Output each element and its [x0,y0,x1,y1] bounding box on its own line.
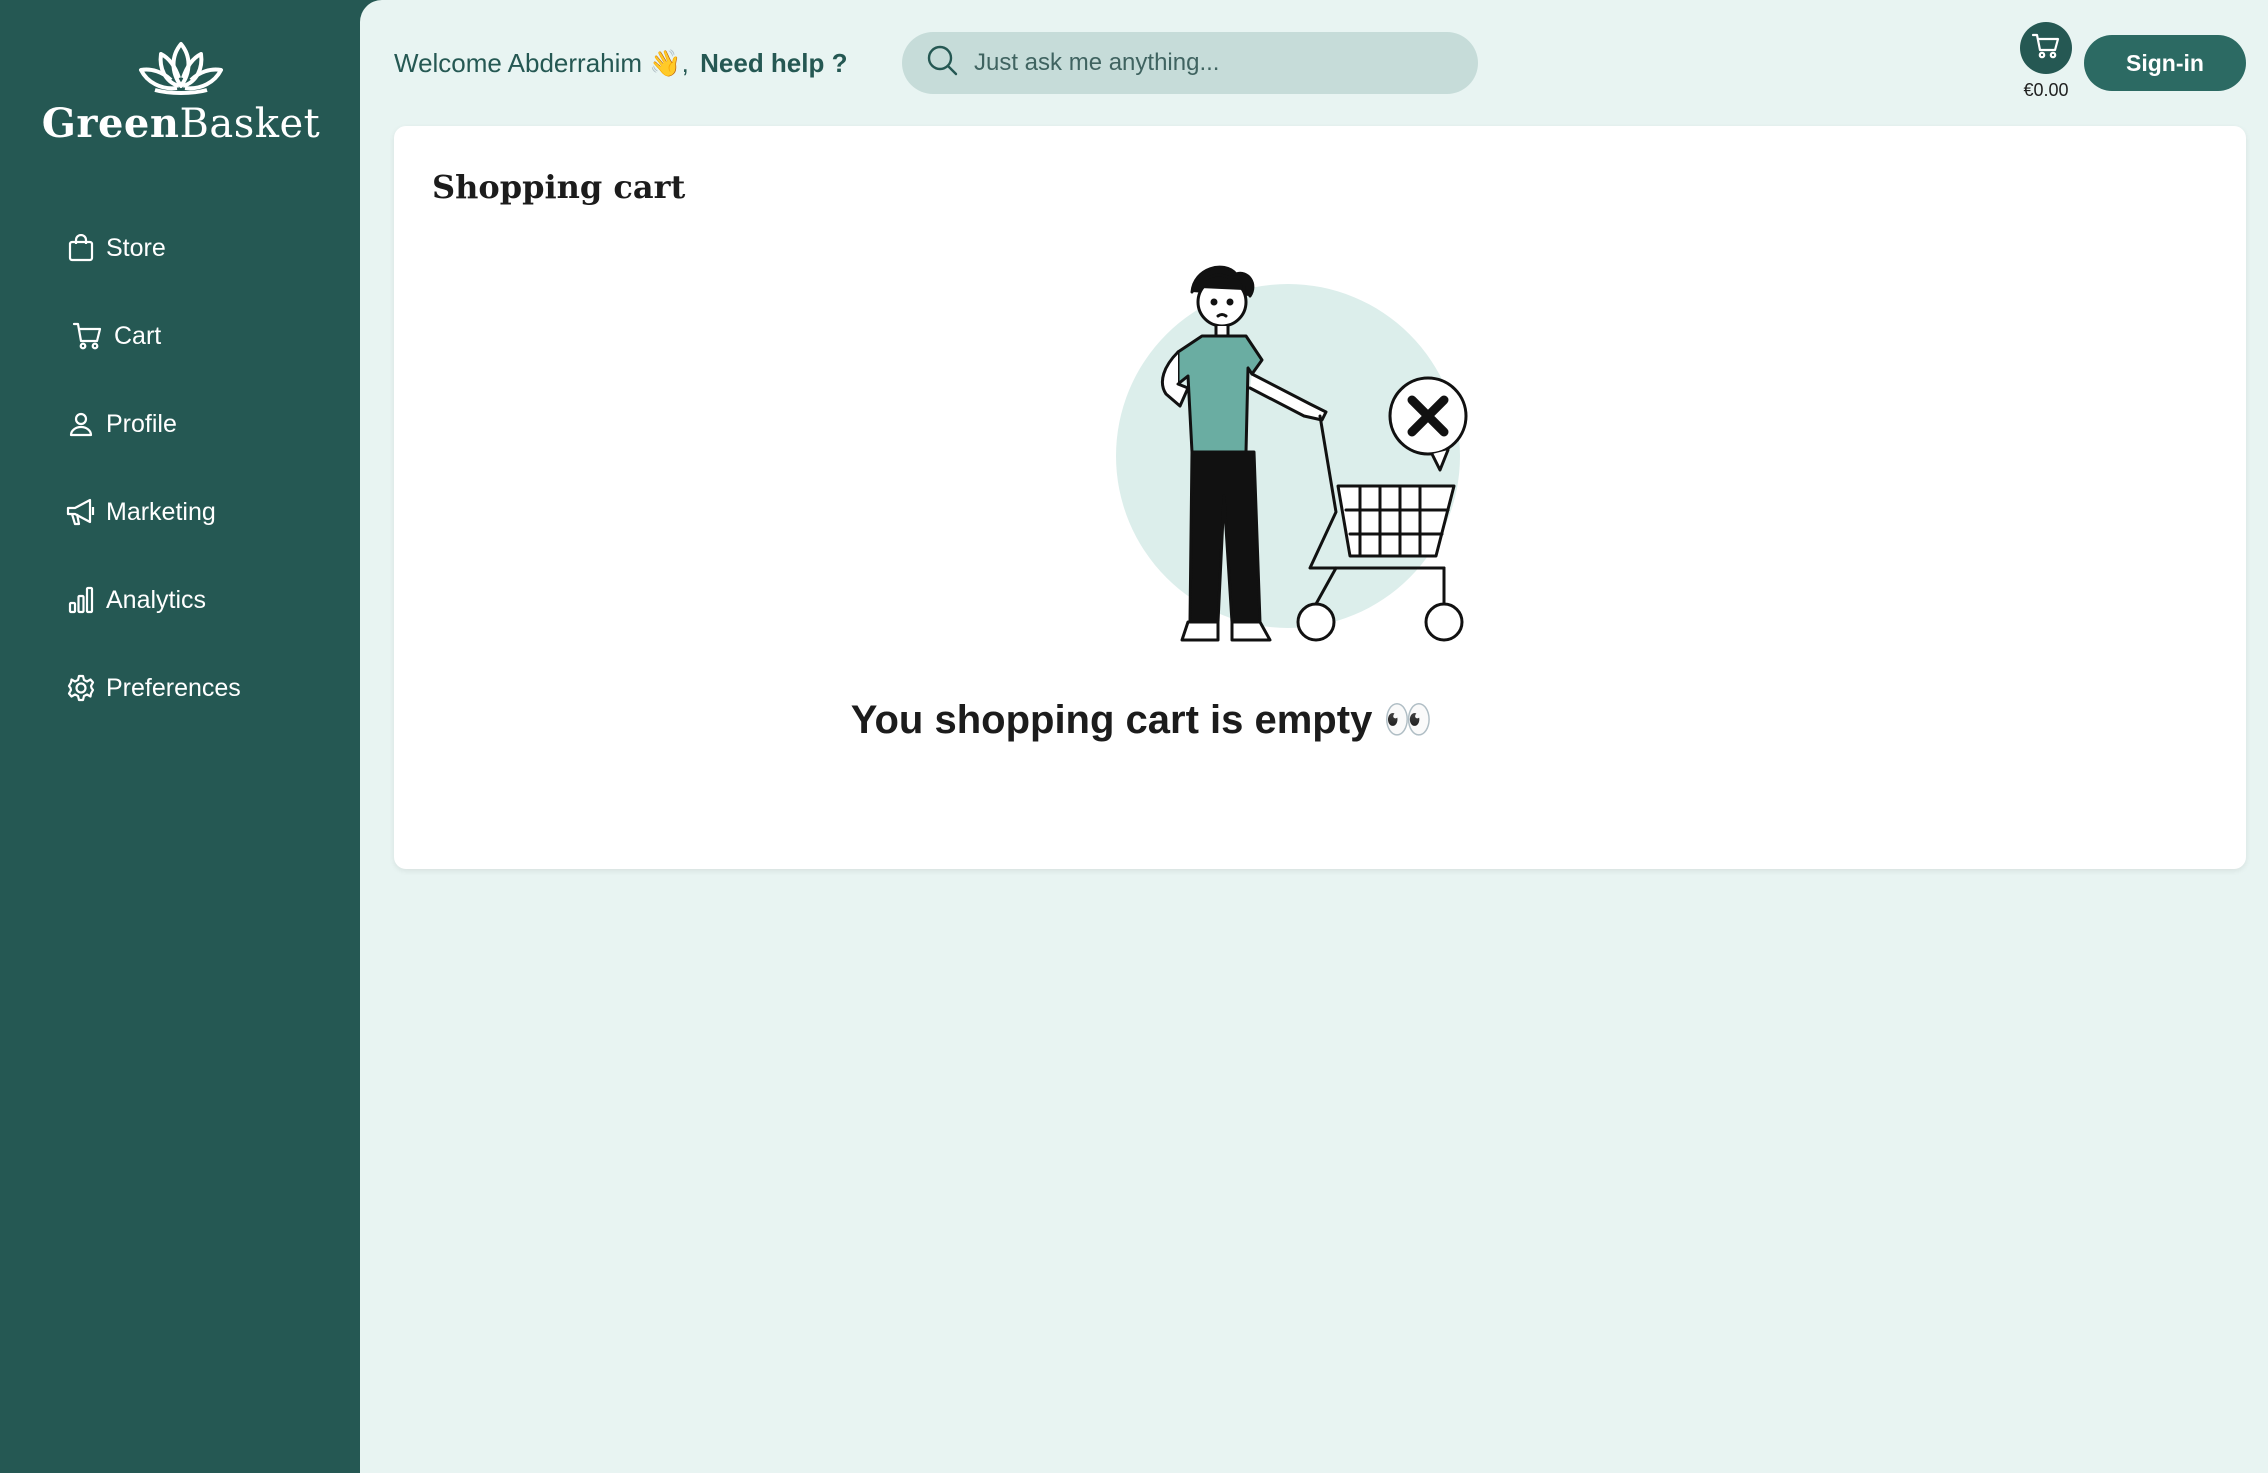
cart-icon [72,321,102,351]
search-input[interactable] [974,49,1454,77]
search-bar[interactable] [902,32,1478,94]
search-icon [926,44,960,83]
shopping-cart-card: Shopping cart You shopping cart is empty… [394,126,2246,869]
empty-cart-illustration [1114,256,1534,661]
top-bar: Welcome Abderrahim 👋, Need help ? [394,32,1478,94]
help-link[interactable]: Need help ? [700,48,847,78]
brand-logo[interactable]: GreenBasket [0,38,362,147]
header-cart-button[interactable] [2020,22,2072,74]
sidebar-item-label: Store [106,233,166,262]
sidebar-item-preferences[interactable]: Preferences [66,668,241,708]
sidebar-item-analytics[interactable]: Analytics [66,580,241,620]
page-title: Shopping cart [432,168,686,206]
sidebar-item-label: Profile [106,409,177,438]
sidebar-item-store[interactable]: Store [66,228,241,268]
sidebar-item-label: Analytics [106,585,207,614]
sign-in-button[interactable]: Sign-in [2084,35,2246,91]
sidebar-item-profile[interactable]: Profile [66,404,241,444]
main-content: Welcome Abderrahim 👋, Need help ? €0.00 … [360,0,2268,1473]
bar-chart-icon [66,585,96,615]
megaphone-icon [66,497,96,527]
sidebar-item-marketing[interactable]: Marketing [66,492,241,532]
sidebar-nav: Store Cart Profile Marketing Analytics P… [66,228,241,756]
shopping-bag-icon [66,233,96,263]
cart-icon [2031,31,2061,66]
empty-cart-message: You shopping cart is empty 👀 [850,698,1434,742]
sidebar-item-label: Marketing [106,497,216,526]
brand-name: GreenBasket [41,100,321,147]
sidebar-item-label: Cart [114,321,162,350]
welcome-text: Welcome Abderrahim 👋, [394,47,689,78]
sidebar-item-cart[interactable]: Cart [66,316,241,356]
lotus-icon [139,42,223,95]
gear-icon [66,673,96,703]
welcome-message: Welcome Abderrahim 👋, Need help ? [394,48,847,79]
cart-total: €0.00 [2023,80,2069,100]
user-icon [66,409,96,439]
